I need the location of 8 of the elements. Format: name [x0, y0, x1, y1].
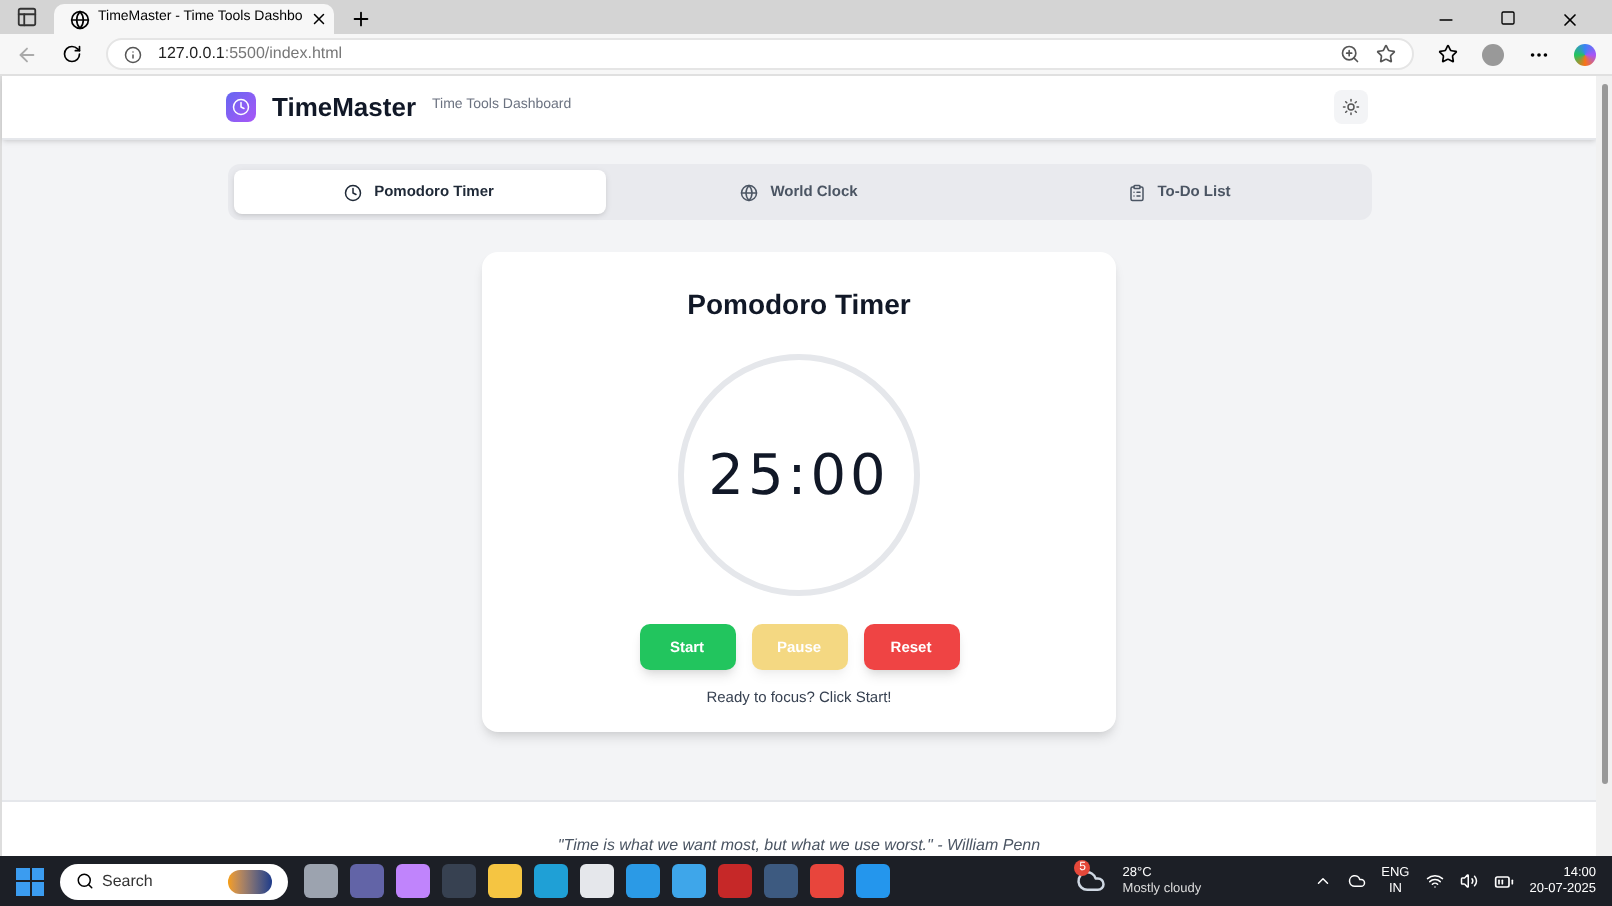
timer-display: 25:00 — [708, 439, 890, 511]
search-field[interactable]: Search — [60, 863, 288, 899]
timer-title: Pomodoro Timer — [687, 286, 911, 324]
address-bar[interactable]: 127.0.0.1:5500/index.html — [106, 38, 1414, 70]
brand-title: TimeMaster — [272, 89, 417, 126]
search-text: Search — [102, 869, 155, 893]
quote-text: "Time is what we want most, but what we use worst." - William Penn — [557, 836, 1041, 856]
url-text: 127.0.0.1:5500/index.html — [158, 42, 345, 66]
